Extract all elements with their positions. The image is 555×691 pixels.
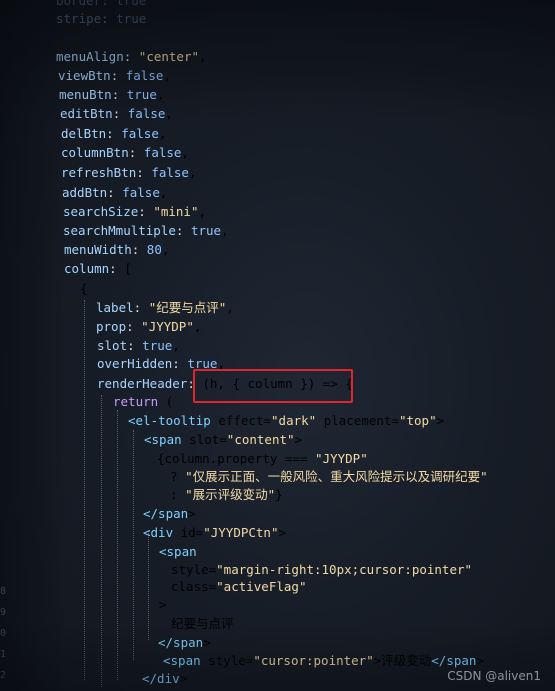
code-line: return ( <box>113 394 174 409</box>
code-line: style="margin-right:10px;cursor:pointer" <box>171 562 473 577</box>
code-line: </div> <box>142 671 188 686</box>
code-photo: border: true, stripe: true, menuAlign: "ce… <box>0 0 555 691</box>
code-line: { <box>80 281 88 296</box>
code-line: columnBtn: false, <box>61 145 189 160</box>
code-line: menuBtn: true, <box>59 87 165 102</box>
indent-guide <box>133 430 134 660</box>
code-line: addBtn: false, <box>62 185 168 200</box>
line-number-gutter: 890123 <box>0 520 14 691</box>
code-line: stripe: true, <box>56 11 154 26</box>
line-number: 9 <box>0 607 7 618</box>
code-line: refreshBtn: false, <box>61 165 197 180</box>
code-line: : "展示评级变动"} <box>170 487 283 502</box>
code-line: prop: "JYYDP", <box>96 319 202 334</box>
code-line: <div id="JYYDPCtn"> <box>143 525 287 540</box>
line-number: 2 <box>0 670 7 681</box>
code-line: delBtn: false, <box>61 126 167 141</box>
watermark: CSDN @aliven1 <box>447 669 541 683</box>
code-line: searchMmultiple: true, <box>63 223 229 238</box>
code-line: > <box>159 597 167 612</box>
code-line: </span> <box>158 635 211 650</box>
code-line: <span style="cursor:pointer">评级变动</span> <box>163 653 484 668</box>
code-line: editBtn: false, <box>60 106 173 121</box>
highlight-annotation-box <box>193 369 353 403</box>
code-line: slot: true, <box>97 338 180 353</box>
code-line: ? "仅展示正面、一般风险、重大风险提示以及调研纪要" <box>170 469 488 484</box>
code-line: class="activeFlag" <box>171 579 307 594</box>
code-line: menuAlign: "center", <box>56 49 207 64</box>
code-line: border: true, <box>56 0 154 8</box>
code-line: {column.property === "JYYDP" <box>157 451 368 466</box>
code-line: menuWidth: 80, <box>64 242 170 257</box>
code-line: </span> <box>143 506 196 521</box>
code-line: <span slot="content"> <box>144 432 303 447</box>
code-line: label: "纪要与点评", <box>96 300 234 315</box>
code-line: searchSize: "mini", <box>63 204 207 219</box>
code-line: column: [ <box>64 261 132 276</box>
indent-guide <box>101 395 102 687</box>
line-number: 8 <box>0 586 7 597</box>
indent-guide <box>148 530 149 640</box>
line-number: 1 <box>0 649 7 660</box>
code-line: <span <box>159 544 197 559</box>
code-line: viewBtn: false, <box>58 68 171 83</box>
code-line: <el-tooltip effect="dark" placement="top… <box>128 413 445 428</box>
line-number: 0 <box>0 628 7 639</box>
indent-guide <box>84 300 85 680</box>
indent-guide <box>117 410 118 680</box>
code-line: 纪要与点评 <box>171 616 234 631</box>
